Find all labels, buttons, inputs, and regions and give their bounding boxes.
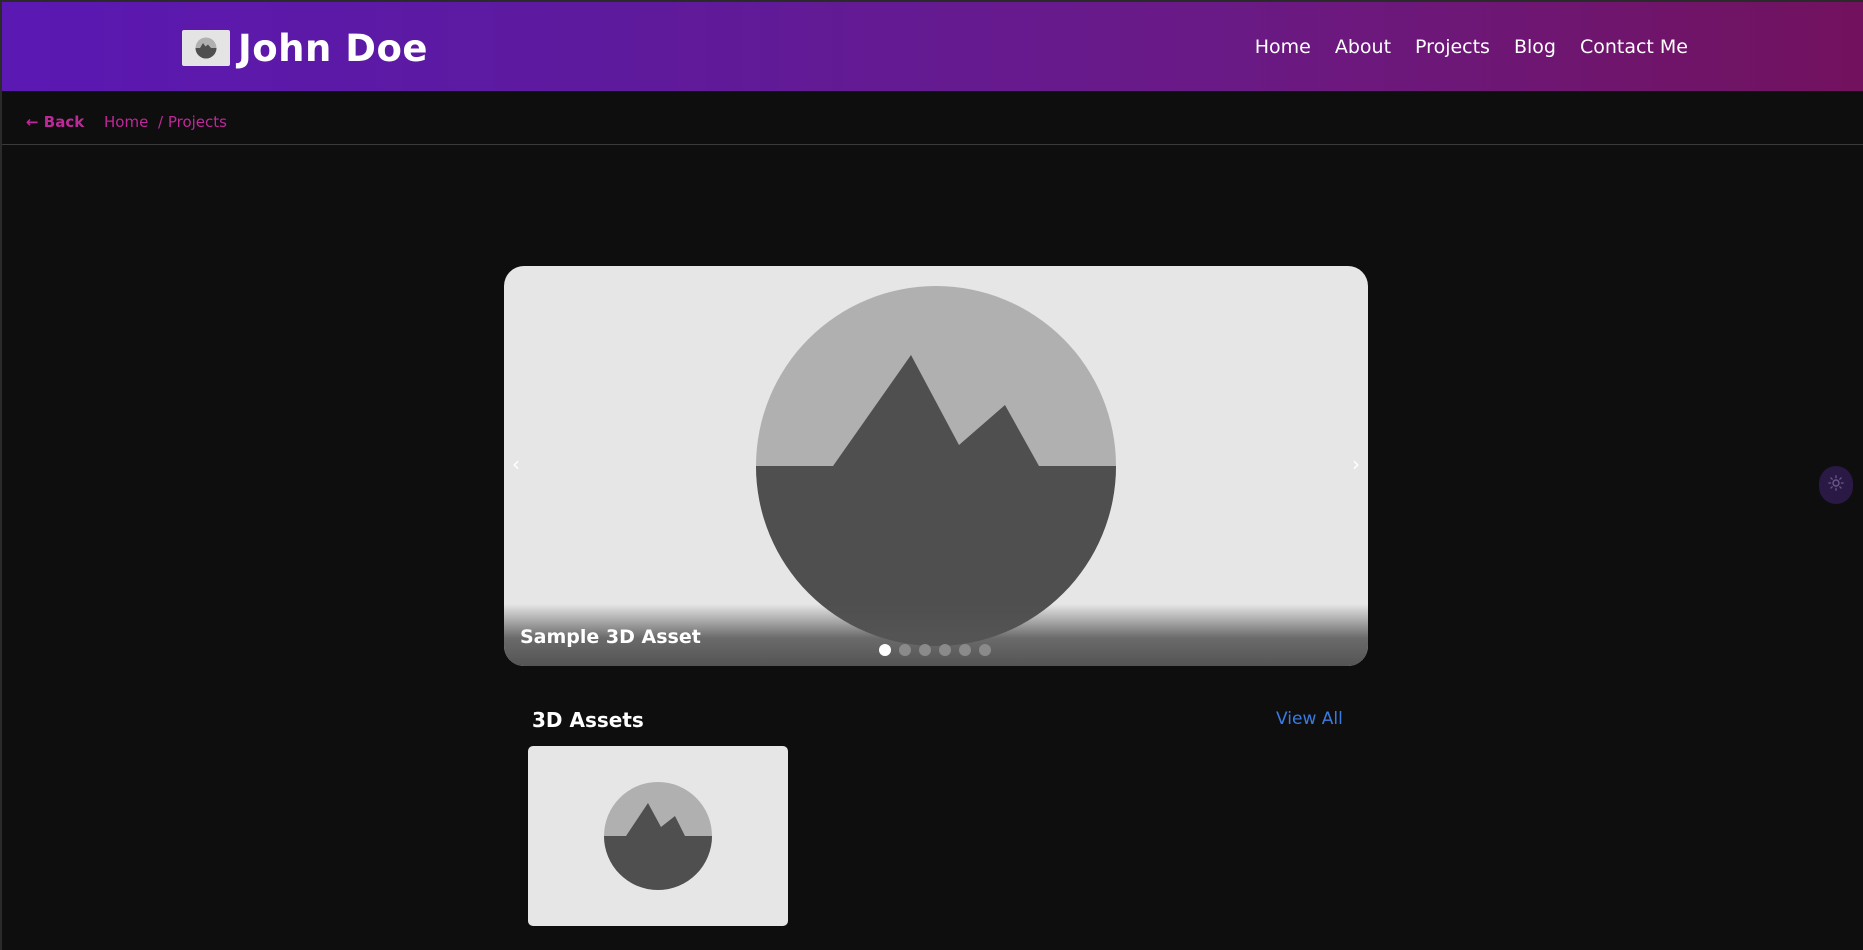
placeholder-image-icon: [604, 782, 712, 894]
image-carousel[interactable]: Sample 3D Asset ‹ ›: [504, 266, 1368, 666]
carousel-prev-button[interactable]: ‹: [507, 452, 525, 476]
nav-home[interactable]: Home: [1255, 36, 1311, 58]
carousel-dot[interactable]: [979, 644, 991, 656]
nav-blog[interactable]: Blog: [1514, 36, 1556, 58]
breadcrumb-home[interactable]: Home: [104, 113, 148, 131]
breadcrumb-projects[interactable]: / Projects: [158, 113, 227, 131]
nav-projects[interactable]: Projects: [1415, 36, 1490, 58]
main-nav: Home About Projects Blog Contact Me: [1231, 36, 1688, 58]
nav-about[interactable]: About: [1335, 36, 1391, 58]
breadcrumb-bar: ← Back Home / Projects: [2, 91, 1863, 145]
page: John Doe Home About Projects Blog Contac…: [0, 0, 1863, 950]
theme-toggle-button[interactable]: [1819, 466, 1853, 504]
carousel-dot[interactable]: [879, 644, 891, 656]
section-title: 3D Assets: [532, 708, 644, 732]
carousel-dot[interactable]: [939, 644, 951, 656]
placeholder-image-icon: [755, 285, 1117, 651]
carousel-indicators: [879, 644, 999, 656]
sun-icon: [1828, 475, 1844, 495]
placeholder-image-icon: [182, 30, 230, 66]
carousel-dot[interactable]: [919, 644, 931, 656]
slide-title: Sample 3D Asset: [520, 626, 701, 648]
view-all-link[interactable]: View All: [1276, 709, 1343, 729]
back-link[interactable]: ← Back: [26, 113, 84, 131]
carousel-dot[interactable]: [899, 644, 911, 656]
carousel-dot[interactable]: [959, 644, 971, 656]
brand[interactable]: John Doe: [182, 26, 428, 70]
site-header: John Doe Home About Projects Blog Contac…: [2, 2, 1863, 91]
nav-contact-me[interactable]: Contact Me: [1580, 36, 1688, 58]
asset-card[interactable]: [528, 746, 788, 926]
brand-name: John Doe: [238, 26, 428, 70]
carousel-next-button[interactable]: ›: [1347, 452, 1365, 476]
